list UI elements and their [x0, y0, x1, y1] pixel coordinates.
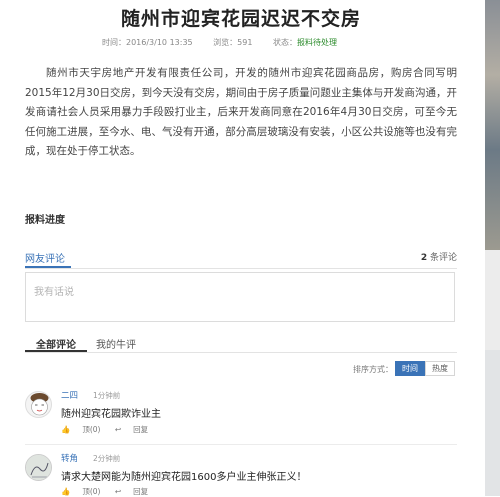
comment-actions: 👍 顶(0) ↩ 回复: [61, 424, 160, 435]
status-meta: 状态：报料待处理: [273, 38, 337, 47]
reply-button[interactable]: ↩ 回复: [115, 487, 148, 496]
sketch-icon: [26, 455, 51, 480]
comment-time: 1分钟前: [93, 391, 121, 400]
tabs-divider: [25, 352, 457, 353]
comment-divider: [25, 444, 457, 445]
time-meta: 时间：2016/3/10 13:35: [102, 38, 193, 47]
progress-heading: 报料进度: [25, 215, 65, 226]
reply-icon: ↩: [114, 425, 122, 434]
comment-actions: 👍 顶(0) ↩ 回复: [61, 486, 160, 497]
comments-header-divider: [25, 268, 457, 269]
comments-section-title[interactable]: 网友评论: [25, 250, 65, 265]
sidebar-clipped: [485, 0, 500, 496]
reply-button[interactable]: ↩ 回复: [115, 425, 148, 434]
comment-text: 请求大楚网能为随州迎宾花园1600多户业主伸张正义！: [61, 472, 307, 483]
thumbs-up-icon: 👍: [61, 487, 71, 496]
avatar[interactable]: [25, 391, 52, 418]
comment-time: 2分钟前: [93, 454, 121, 463]
like-button[interactable]: 👍 顶(0): [61, 487, 100, 496]
views-meta: 浏览：591: [213, 38, 253, 47]
comment-text: 随州迎宾花园欺诈业主: [61, 409, 161, 420]
article-meta: 时间：2016/3/10 13:35 浏览：591 状态：报料待处理: [102, 37, 355, 48]
sort-by-time-button[interactable]: 时间: [395, 361, 425, 376]
tab-my-comments[interactable]: 我的牛评: [96, 336, 136, 351]
face-icon: [30, 393, 49, 416]
comment-author[interactable]: 二四: [61, 389, 78, 401]
comment-input[interactable]: 我有话说: [25, 272, 455, 322]
thumbs-up-icon: 👍: [61, 425, 71, 434]
page-title: 随州市迎宾花园迟迟不交房: [120, 8, 361, 30]
tab-all-comments[interactable]: 全部评论: [36, 336, 76, 351]
comment-author[interactable]: 转角: [61, 452, 78, 464]
like-button[interactable]: 👍 顶(0): [61, 425, 100, 434]
sort-by-hot-button[interactable]: 热度: [425, 361, 455, 376]
avatar[interactable]: [25, 454, 52, 481]
article-body: 随州市天宇房地产开发有限责任公司，开发的随州市迎宾花园商品房，购房合同写明201…: [25, 67, 457, 157]
comment-count: 2 条评论: [420, 253, 457, 263]
status-badge: 报料待处理: [297, 38, 337, 47]
sort-label: 排序方式：: [353, 365, 393, 374]
reply-icon: ↩: [114, 487, 122, 496]
